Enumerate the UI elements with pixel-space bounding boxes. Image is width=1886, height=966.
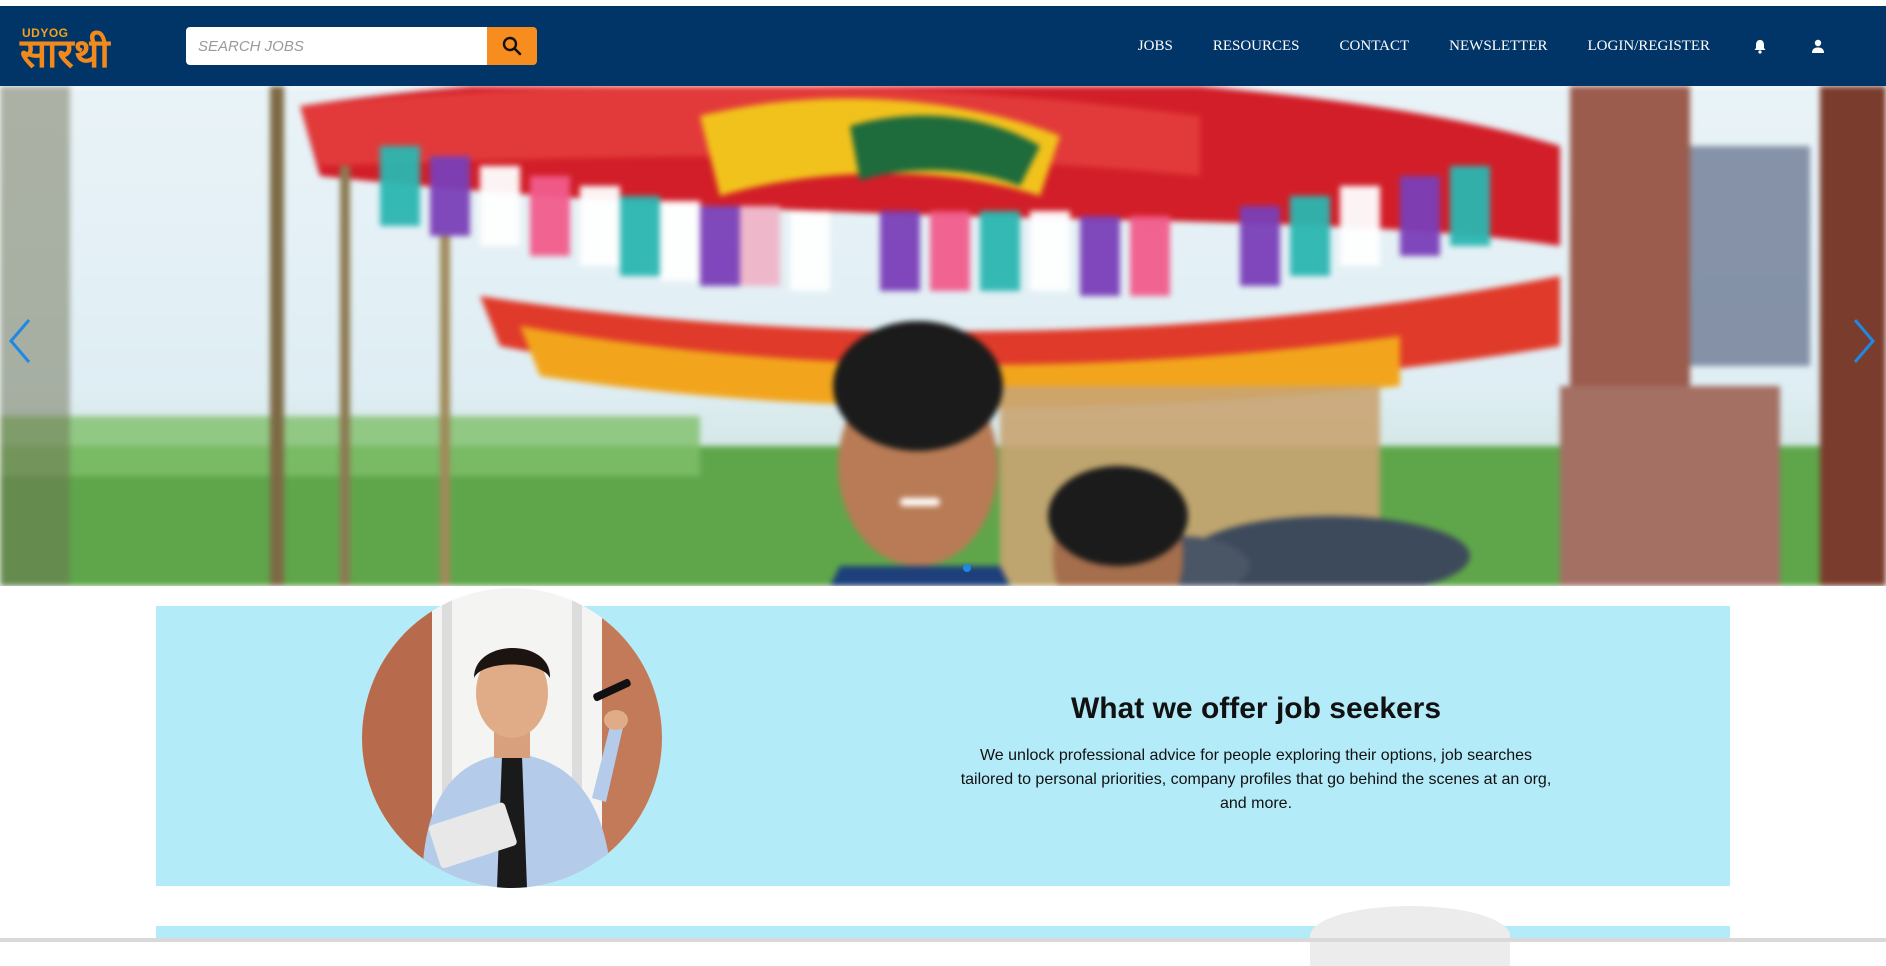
next-section-photo [1310, 906, 1510, 966]
logo-main-text: सारथी [20, 30, 110, 77]
search-input[interactable] [186, 27, 487, 65]
user-icon[interactable] [1810, 38, 1826, 54]
nav-resources[interactable]: RESOURCES [1213, 38, 1300, 55]
offer-title: What we offer job seekers [1070, 692, 1442, 725]
job-seeker-photo [362, 588, 662, 888]
nav-login-register[interactable]: LOGIN/REGISTER [1588, 38, 1711, 55]
chevron-right-icon [1853, 319, 1875, 363]
search-bar [186, 27, 537, 65]
main-nav: JOBS RESOURCES CONTACT NEWSLETTER LOGIN/… [1098, 6, 1826, 86]
carousel-prev-button[interactable] [0, 306, 40, 376]
nav-jobs[interactable]: JOBS [1138, 38, 1173, 55]
bottom-divider [0, 938, 1886, 942]
navbar: UDYOG सारथी JOBS RESOURCES CONTACT NEWSL… [0, 6, 1886, 86]
site-logo[interactable]: UDYOG सारथी [20, 22, 150, 77]
hero-image [0, 86, 1886, 586]
carousel-indicator[interactable] [963, 564, 971, 572]
hero-carousel [0, 86, 1886, 586]
offer-description: We unlock professional advice for people… [960, 747, 1552, 812]
carousel-next-button[interactable] [1844, 306, 1884, 376]
offer-text-block: What we offer job seekers We unlock prof… [936, 692, 1576, 816]
search-button[interactable] [487, 27, 537, 65]
bell-icon[interactable] [1752, 38, 1768, 54]
search-icon [502, 36, 522, 56]
job-seekers-offer-card: What we offer job seekers We unlock prof… [156, 588, 1730, 888]
chevron-left-icon [9, 319, 31, 363]
nav-contact[interactable]: CONTACT [1340, 38, 1410, 55]
nav-newsletter[interactable]: NEWSLETTER [1449, 38, 1547, 55]
